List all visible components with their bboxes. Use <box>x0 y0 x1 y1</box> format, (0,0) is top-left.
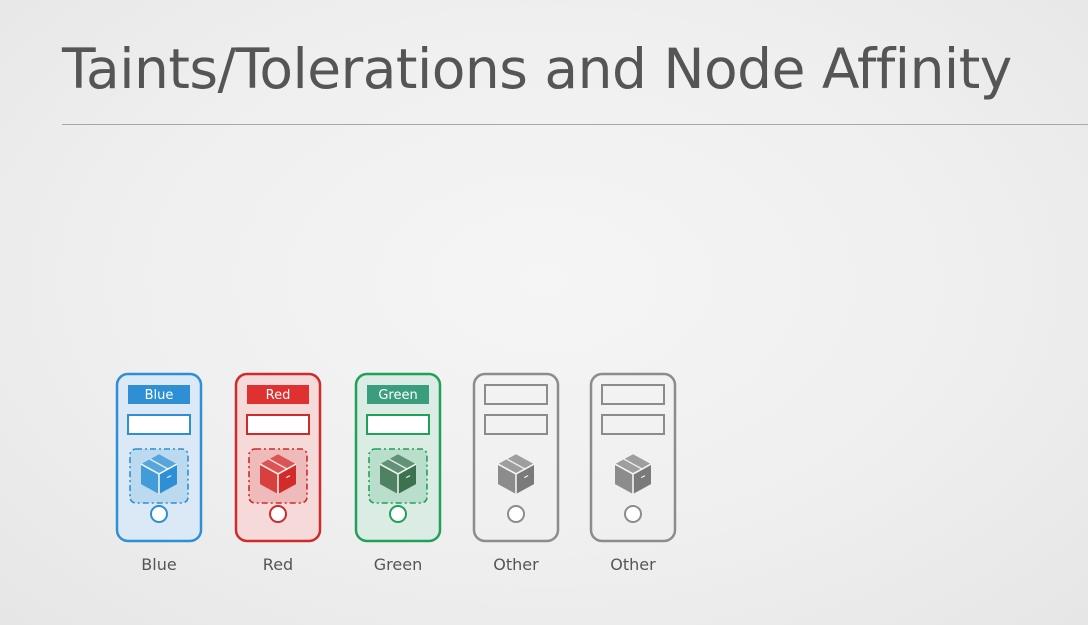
drive-slot <box>601 414 665 435</box>
node-label: Green <box>378 388 417 403</box>
power-button <box>389 505 407 523</box>
drive-slot <box>366 414 430 435</box>
node-caption: Green <box>374 555 422 574</box>
power-button <box>624 505 642 523</box>
drive-slot <box>127 414 191 435</box>
node-green: Green Green <box>354 372 442 574</box>
slide: Taints/Tolerations and Node Affinity Blu… <box>0 0 1088 625</box>
node-blue: Blue Blue <box>115 372 203 574</box>
drive-slot <box>484 384 548 405</box>
node-red: Red Red <box>234 372 322 574</box>
node-other: Other <box>472 372 560 574</box>
power-button <box>269 505 287 523</box>
node-label: Blue <box>145 388 174 403</box>
node-caption: Red <box>263 555 293 574</box>
cube-icon <box>614 454 652 494</box>
node-caption: Other <box>493 555 539 574</box>
node-diagram: Blue Blue Red Red Green Green Other Other <box>115 372 677 574</box>
drive-slot <box>246 414 310 435</box>
node-other-2: Other <box>589 372 677 574</box>
node-caption: Other <box>610 555 656 574</box>
node-label: Red <box>266 388 291 403</box>
power-button <box>507 505 525 523</box>
drive-slot <box>484 414 548 435</box>
node-caption: Blue <box>141 555 176 574</box>
drive-slot <box>601 384 665 405</box>
power-button <box>150 505 168 523</box>
cube-icon <box>497 454 535 494</box>
